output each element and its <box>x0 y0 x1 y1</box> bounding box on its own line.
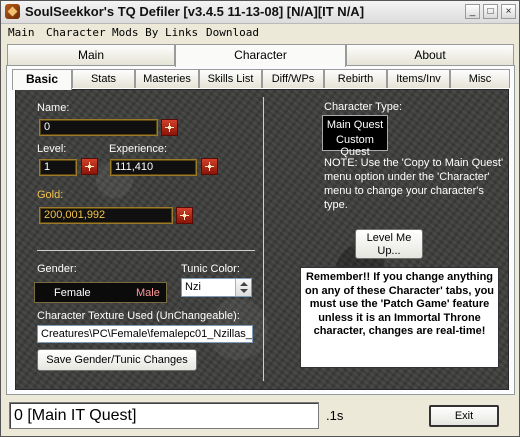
subtab-stats[interactable]: Stats <box>72 69 135 88</box>
gold-field[interactable]: 200,001,992 <box>39 207 173 224</box>
subtab-items-inv[interactable]: Items/Inv <box>387 69 450 88</box>
gender-label: Gender: <box>37 263 77 275</box>
character-type-custom-quest[interactable]: Custom Quest <box>323 134 387 158</box>
minimize-button[interactable]: _ <box>465 4 480 19</box>
name-field[interactable]: 0 <box>39 119 158 136</box>
level-edit-plus-icon[interactable] <box>81 158 98 175</box>
window-title: SoulSeekkor's TQ Defiler [v3.4.5 11-13-0… <box>25 4 365 19</box>
tab-main[interactable]: Main <box>7 44 175 65</box>
maximize-button[interactable]: □ <box>483 4 498 19</box>
character-type-main-quest[interactable]: Main Quest <box>323 119 387 131</box>
center-divider <box>263 97 264 381</box>
tunic-color-label: Tunic Color: <box>181 263 240 275</box>
status-display: 0 [Main IT Quest] <box>9 402 319 429</box>
subtab-diff-wps[interactable]: Diff/WPs <box>262 69 324 88</box>
texture-label: Character Texture Used (UnChangeable): <box>37 310 240 322</box>
name-edit-plus-icon[interactable] <box>161 119 178 136</box>
level-label: Level: <box>37 143 67 155</box>
tab-about[interactable]: About <box>346 44 514 65</box>
remember-notice: Remember!! If you change anything on any… <box>300 267 499 368</box>
save-gender-tunic-button[interactable]: Save Gender/Tunic Changes <box>37 349 197 371</box>
character-type-list[interactable]: Main Quest Custom Quest <box>322 115 388 158</box>
character-type-note: NOTE: Use the 'Copy to Main Quest' menu … <box>324 157 504 211</box>
gender-option-female[interactable]: Female <box>54 287 91 299</box>
app-window: SoulSeekkor's TQ Defiler [v3.4.5 11-13-0… <box>0 0 520 437</box>
left-divider <box>37 250 255 251</box>
gender-option-male[interactable]: Male <box>136 287 160 299</box>
texture-field: Creatures\PC\Female\femalepc01_Nzillas_D <box>37 325 253 343</box>
tunic-spin-icon[interactable] <box>235 279 251 296</box>
subtab-misc[interactable]: Misc <box>450 69 510 88</box>
gender-selector[interactable]: Female Male <box>34 282 167 303</box>
level-field[interactable]: 1 <box>39 159 77 176</box>
title-bar[interactable]: SoulSeekkor's TQ Defiler [v3.4.5 11-13-0… <box>1 1 519 24</box>
tab-character[interactable]: Character <box>175 44 346 67</box>
experience-label: Experience: <box>109 143 168 155</box>
subtab-skills-list[interactable]: Skills List <box>199 69 262 88</box>
menu-links[interactable]: Links <box>165 26 198 39</box>
menu-bar: Main Character Mods By Links Download <box>1 24 519 41</box>
experience-field[interactable]: 111,410 <box>110 159 197 176</box>
subtab-rebirth[interactable]: Rebirth <box>324 69 387 88</box>
tunic-color-value: Nzi <box>185 281 201 293</box>
status-timer: .1s <box>326 408 344 423</box>
character-type-label: Character Type: <box>324 101 403 113</box>
exit-button[interactable]: Exit <box>429 405 499 427</box>
gold-edit-plus-icon[interactable] <box>176 207 193 224</box>
menu-main[interactable]: Main <box>8 26 35 39</box>
gold-label: Gold: <box>37 189 64 201</box>
experience-edit-plus-icon[interactable] <box>201 158 218 175</box>
subtab-basic[interactable]: Basic <box>12 69 72 90</box>
name-label: Name: <box>37 102 70 114</box>
menu-character[interactable]: Character <box>46 26 106 39</box>
menu-download[interactable]: Download <box>206 26 259 39</box>
app-logo-icon <box>5 4 20 19</box>
subtab-masteries[interactable]: Masteries <box>135 69 199 88</box>
sub-tab-strip: Basic Stats Masteries Skills List Diff/W… <box>12 69 510 90</box>
close-button[interactable]: × <box>501 4 516 19</box>
main-tab-strip: Main Character About <box>6 44 515 67</box>
level-me-up-button[interactable]: Level Me Up... <box>355 229 423 259</box>
menu-mods-by[interactable]: Mods By <box>112 26 158 39</box>
